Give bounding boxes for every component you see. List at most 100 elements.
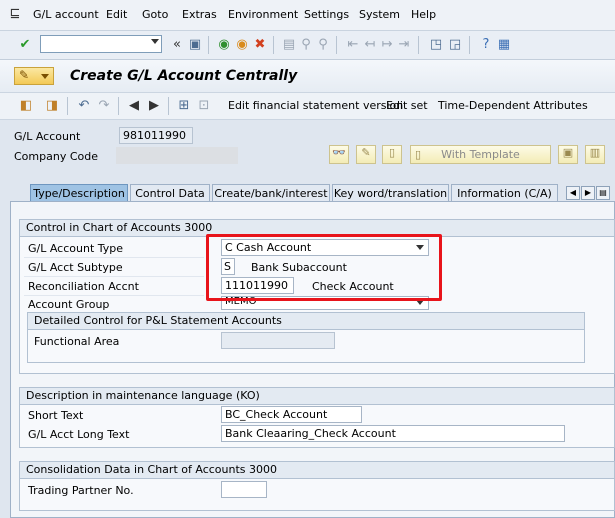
delete-button[interactable]: ▥: [585, 145, 605, 164]
consolidation-group-title: Consolidation Data in Chart of Accounts …: [20, 462, 614, 479]
short-text-label: Short Text: [28, 409, 84, 422]
with-template-label: With Template: [441, 148, 520, 161]
short-text-value: BC_Check Account: [225, 408, 328, 421]
pl-group-title: Detailed Control for P&L Statement Accou…: [28, 313, 584, 330]
enter-check-icon[interactable]: ✔: [17, 37, 33, 53]
chevron-down-icon: [41, 74, 49, 79]
tab-control-data[interactable]: Control Data: [130, 184, 210, 201]
edit-fs-version-button[interactable]: Edit financial statement version: [228, 99, 403, 112]
tab-create-bank-interest[interactable]: Create/bank/interest: [212, 184, 330, 201]
lock-button[interactable]: ▣: [558, 145, 578, 164]
create-icon[interactable]: ◧: [18, 98, 34, 114]
previous-icon[interactable]: ◀: [126, 98, 142, 114]
menu-goto[interactable]: Goto: [142, 8, 168, 21]
shortcut-icon[interactable]: ◲: [447, 37, 463, 53]
collapse-double-left-icon[interactable]: «: [169, 37, 185, 53]
tab-scroll-right-icon[interactable]: ▶: [581, 186, 595, 200]
short-text-input[interactable]: BC_Check Account: [221, 406, 362, 423]
next-icon[interactable]: ▶: [146, 98, 162, 114]
print-icon[interactable]: ▤: [281, 37, 297, 53]
copy-icon[interactable]: ◨: [44, 98, 60, 114]
row-divider: [24, 276, 204, 277]
display-change-button[interactable]: ✎: [14, 67, 54, 85]
gl-account-type-label: G/L Account Type: [28, 242, 124, 255]
menu-settings[interactable]: Settings: [304, 8, 349, 21]
find-icon[interactable]: ⚲: [298, 37, 314, 53]
cancel-icon[interactable]: ✖: [252, 37, 268, 53]
long-text-value: Bank Cleaaring_Check Account: [225, 427, 396, 440]
next-page-icon[interactable]: ↦: [379, 37, 395, 53]
company-code-label: Company Code: [14, 150, 98, 163]
menu-gl-account[interactable]: G/L account: [33, 8, 99, 21]
gl-account-label: G/L Account: [14, 130, 81, 143]
account-group-label: Account Group: [28, 298, 110, 311]
tab-scroll-left-icon[interactable]: ◀: [566, 186, 580, 200]
block-button[interactable]: 👓: [329, 145, 349, 164]
edit-set-button[interactable]: Edit set: [386, 99, 428, 112]
company-code-field: [116, 147, 238, 164]
menu-system[interactable]: System: [359, 8, 400, 21]
other-account-icon[interactable]: ⊡: [196, 98, 212, 114]
help-icon[interactable]: ?: [478, 37, 494, 53]
where-used-icon[interactable]: ⊞: [176, 98, 192, 114]
lock-icon: ▣: [562, 146, 574, 159]
title-bar: ✎ Create G/L Account Centrally: [0, 60, 615, 93]
menu-edit[interactable]: Edit: [106, 8, 127, 21]
tab-key-word-translation[interactable]: Key word/translation: [332, 184, 449, 201]
edit-button[interactable]: ✎: [356, 145, 376, 164]
toolbar-separator: [336, 36, 337, 54]
description-group-title: Description in maintenance language (KO): [20, 388, 614, 405]
toolbar-separator: [67, 97, 68, 115]
toolbar-separator: [168, 97, 169, 115]
find-next-icon[interactable]: ⚲: [315, 37, 331, 53]
with-template-button[interactable]: ▯ With Template: [410, 145, 551, 164]
toolbar-separator: [469, 36, 470, 54]
glasses-icon: 👓: [332, 146, 346, 159]
redo-icon[interactable]: ↷: [96, 98, 112, 114]
reconciliation-account-label: Reconciliation Accnt: [28, 280, 139, 293]
functional-area-field: [221, 332, 335, 349]
long-text-input[interactable]: Bank Cleaaring_Check Account: [221, 425, 565, 442]
trading-partner-input[interactable]: [221, 481, 267, 498]
gl-account-value: 981011990: [123, 129, 186, 142]
highlight-box: [206, 234, 442, 301]
layout-menu-icon[interactable]: ▦: [496, 37, 512, 53]
toolbar-separator: [418, 36, 419, 54]
trading-partner-label: Trading Partner No.: [28, 484, 134, 497]
tab-type-description[interactable]: Type/Description: [30, 184, 128, 201]
pencil-icon: ✎: [361, 146, 371, 159]
back-icon[interactable]: ◉: [216, 37, 232, 53]
save-icon[interactable]: ▣: [187, 37, 203, 53]
toolbar-separator: [118, 97, 119, 115]
window-menu-icon[interactable]: ⊑: [7, 6, 23, 22]
standard-toolbar: ✔ « ▣ ◉ ◉ ✖ ▤ ⚲ ⚲ ⇤ ↤ ↦ ⇥ ◳ ◲ ? ▦: [0, 31, 615, 60]
tab-list-icon[interactable]: ▤: [596, 186, 610, 200]
toolbar-separator: [273, 36, 274, 54]
new-button[interactable]: ▯: [382, 145, 402, 164]
new-session-icon[interactable]: ◳: [428, 37, 444, 53]
previous-page-icon[interactable]: ↤: [362, 37, 378, 53]
row-divider: [24, 295, 204, 296]
exit-icon[interactable]: ◉: [234, 37, 250, 53]
menu-extras[interactable]: Extras: [182, 8, 217, 21]
application-toolbar: ◧ ◨ ↶ ↷ ◀ ▶ ⊞ ⊡ Edit financial statement…: [0, 93, 615, 120]
template-icon: ▯: [415, 148, 422, 161]
first-page-icon[interactable]: ⇤: [345, 37, 361, 53]
long-text-label: G/L Acct Long Text: [28, 428, 130, 441]
command-field[interactable]: [40, 35, 162, 53]
chevron-down-icon[interactable]: [151, 39, 159, 44]
row-divider: [24, 257, 204, 258]
trash-icon: ▥: [589, 146, 601, 159]
undo-icon[interactable]: ↶: [76, 98, 92, 114]
menu-help[interactable]: Help: [411, 8, 436, 21]
toolbar-separator: [208, 36, 209, 54]
gl-account-field: 981011990: [119, 127, 193, 144]
document-icon: ▯: [388, 146, 396, 159]
menu-environment[interactable]: Environment: [228, 8, 298, 21]
time-dependent-attributes-button[interactable]: Time-Dependent Attributes: [438, 99, 588, 112]
functional-area-label: Functional Area: [34, 335, 120, 348]
page-title: Create G/L Account Centrally: [70, 68, 298, 84]
last-page-icon[interactable]: ⇥: [396, 37, 412, 53]
gl-acct-subtype-label: G/L Acct Subtype: [28, 261, 123, 274]
tab-information-ca[interactable]: Information (C/A): [451, 184, 558, 201]
